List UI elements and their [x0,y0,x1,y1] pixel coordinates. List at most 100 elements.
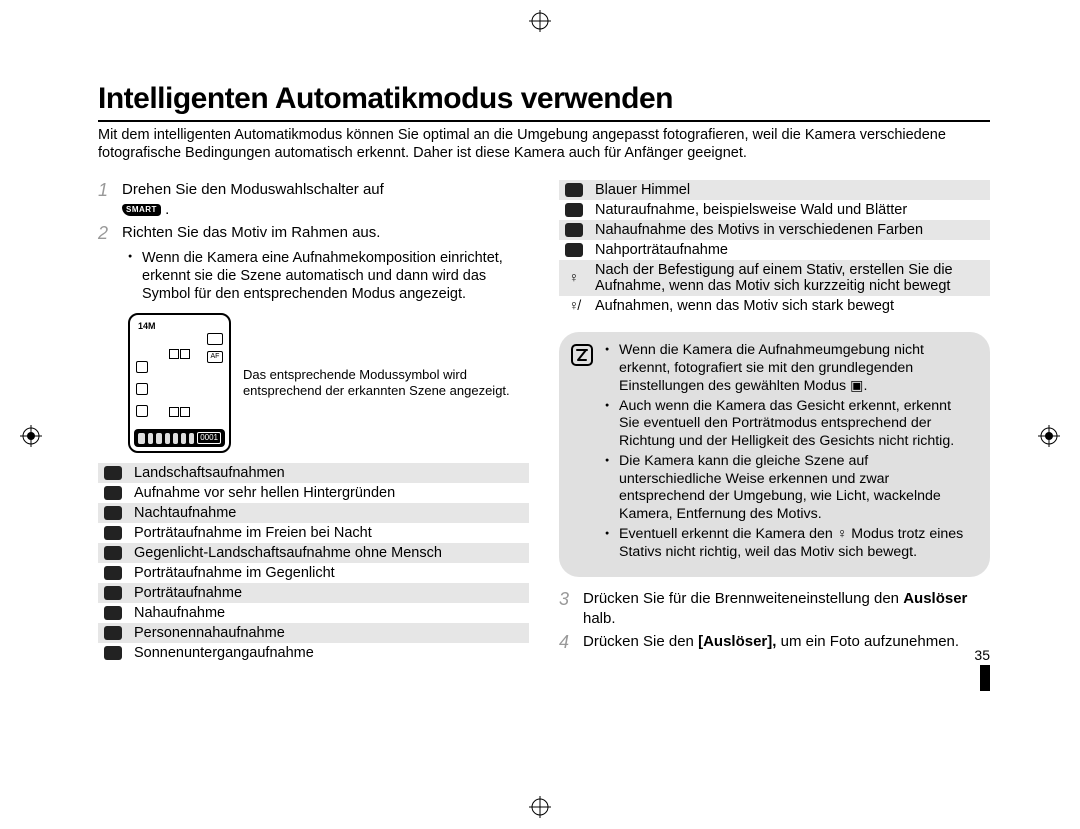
step-text: Richten Sie das Motiv im Rahmen aus. [122,223,380,245]
smart-mode-icon: SMART [122,204,161,216]
mode-icon-cell [98,643,128,663]
page-content: Intelligenten Automatikmodus verwenden M… [98,82,990,663]
focus-corner-icon [169,407,179,417]
mode-icon-cell [559,200,589,220]
tripod-icon: ♀ [569,269,580,285]
step-text: Drehen Sie den Moduswahlschalter auf [122,181,384,198]
scene-mode-icon [565,183,583,197]
mode-icon-cell [98,523,128,543]
lcd-footer-icon [138,433,145,444]
mode-label: Nach der Befestigung auf einem Stativ, e… [589,260,990,296]
mode-row: Porträtaufnahme [98,583,529,603]
lcd-footer-icon [156,433,161,444]
mode-label: Porträtaufnahme im Freien bei Nacht [128,523,529,543]
lcd-footer-icon [181,433,186,444]
mode-icon-cell [98,583,128,603]
scene-mode-icon [104,586,122,600]
note-item: Wenn die Kamera die Aufnahmeumgebung nic… [605,342,974,395]
scene-mode-icon [104,546,122,560]
page-footer: 35 [974,647,990,691]
lcd-mode-strip: 0001 [134,429,225,447]
lcd-af-icon: AF [207,351,223,363]
step-number: 1 [98,180,112,219]
scene-mode-icon [104,566,122,580]
scene-mode-icon [104,606,122,620]
tripod-strike-icon: ♀̸ [569,297,580,313]
step-2-bullets: Wenn die Kamera eine Aufnahmekomposition… [128,249,529,303]
scene-mode-icon [104,526,122,540]
registration-mark-bottom [529,796,551,818]
mode-icon-cell [559,220,589,240]
scene-mode-icon [565,243,583,257]
right-column: Blauer HimmelNaturaufnahme, beispielswei… [559,180,990,663]
page-title: Intelligenten Automatikmodus verwenden [98,82,990,122]
mode-label: Landschaftsaufnahmen [128,463,529,483]
mode-icon-cell [98,603,128,623]
lcd-indicator-icon [207,333,223,345]
step-text: Drücken Sie für die Brennweiteneinstellu… [583,590,903,607]
mode-row: Porträtaufnahme im Gegenlicht [98,563,529,583]
mode-label: Nahaufnahme [128,603,529,623]
mode-row: ♀ Nach der Befestigung auf einem Stativ, … [559,260,990,296]
mode-label: Nahaufnahme des Motivs in verschiedenen … [589,220,990,240]
registration-mark-right [1038,425,1060,447]
mode-label: Blauer Himmel [589,180,990,200]
mode-label: Personennahaufnahme [128,623,529,643]
lcd-left-icon [136,383,148,395]
left-column: 1 Drehen Sie den Moduswahlschalter auf S… [98,180,529,663]
step-number: 2 [98,223,112,245]
mode-label: Sonnenuntergangaufnahme [128,643,529,663]
mode-icon-cell [98,563,128,583]
scene-mode-icon [565,223,583,237]
page-marker-bar [980,665,990,691]
step-bold: Auslöser [903,590,967,607]
mode-table-right: Blauer HimmelNaturaufnahme, beispielswei… [559,180,990,316]
mode-icon-cell [98,543,128,563]
mode-row: Landschaftsaufnahmen [98,463,529,483]
lcd-left-icon [136,361,148,373]
step-2-bullet: Wenn die Kamera eine Aufnahmekomposition… [128,249,529,303]
mode-row: Naturaufnahme, beispielsweise Wald und B… [559,200,990,220]
mode-label: Aufnahme vor sehr hellen Hintergründen [128,483,529,503]
lcd-footer-icon [148,433,153,444]
note-item: Auch wenn die Kamera das Gesicht erkennt… [605,398,974,451]
mode-icon-cell [559,180,589,200]
mode-label: Nachtaufnahme [128,503,529,523]
focus-corner-icon [169,349,179,359]
focus-corner-icon [180,349,190,359]
intro-text: Mit dem intelligenten Automatikmodus kön… [98,126,990,162]
mode-icon-cell [98,463,128,483]
mode-row: Gegenlicht-Landschaftsaufnahme ohne Mens… [98,543,529,563]
mode-label: Naturaufnahme, beispielsweise Wald und B… [589,200,990,220]
lcd-footer-icon [173,433,178,444]
mode-table-left: LandschaftsaufnahmenAufnahme vor sehr he… [98,463,529,663]
scene-mode-icon [104,466,122,480]
page-number: 35 [974,647,990,663]
lcd-caption: Das entsprechende Modussymbol wird entsp… [243,367,529,400]
step-number: 3 [559,589,573,628]
mode-icon-cell [559,240,589,260]
mode-icon-cell [98,503,128,523]
focus-corner-icon [180,407,190,417]
scene-mode-icon [104,486,122,500]
step-2: 2 Richten Sie das Motiv im Rahmen aus. [98,223,529,245]
step-number: 4 [559,632,573,654]
mode-row: Personennahaufnahme [98,623,529,643]
scene-mode-icon [104,626,122,640]
scene-mode-icon [565,203,583,217]
lcd-footer-icon [165,433,170,444]
lcd-resolution: 14M [138,321,156,331]
camera-lcd-illustration: 14M AF [128,313,231,453]
mode-label: Aufnahmen, wenn das Motiv sich stark bew… [589,296,990,316]
step-3: 3 Drücken Sie für die Brennweiteneinstel… [559,589,990,628]
mode-icon-cell [98,483,128,503]
lcd-counter: 0001 [197,432,221,444]
mode-row: Aufnahme vor sehr hellen Hintergründen [98,483,529,503]
mode-row: Nachtaufnahme [98,503,529,523]
mode-label: Gegenlicht-Landschaftsaufnahme ohne Mens… [128,543,529,563]
mode-label: Nahporträtaufnahme [589,240,990,260]
lcd-left-icon [136,405,148,417]
mode-icon-cell [98,623,128,643]
step-text: Drücken Sie den [583,633,698,650]
registration-mark-left [20,425,42,447]
